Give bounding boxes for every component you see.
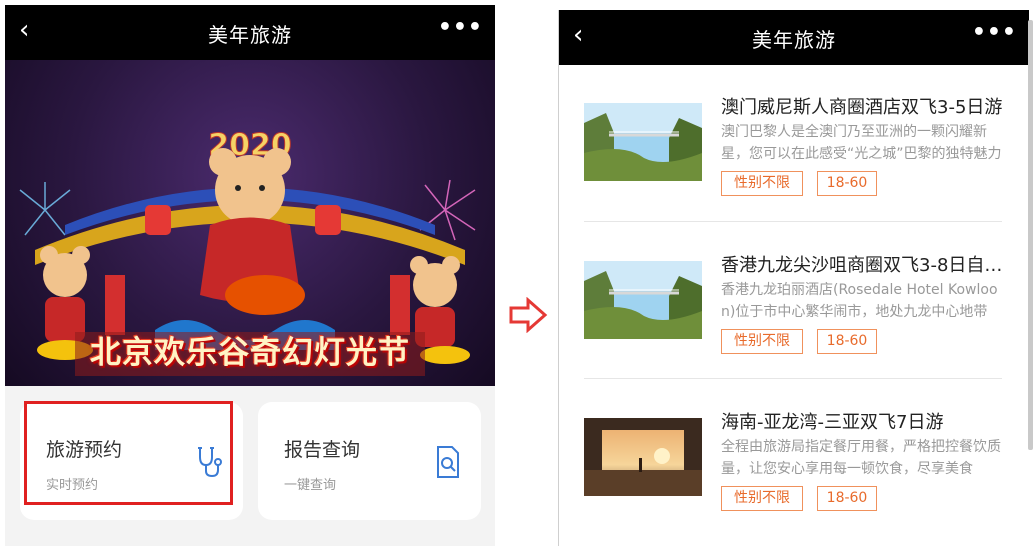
more-dots-icon[interactable]: ••• <box>972 20 1017 45</box>
nav-bar: ‹ 美年旅游 ••• <box>5 5 495 60</box>
list-item[interactable]: 海南-亚龙湾-三亚双飞7日游 全程由旅游局指定餐厅用餐，严格把控餐饮质量，让您安… <box>584 408 1004 528</box>
divider <box>584 221 1002 222</box>
more-dots-icon[interactable]: ••• <box>438 15 483 40</box>
item-description: 澳门巴黎人是全澳门乃至亚洲的一颗闪耀新星，您可以在此感受“光之城”巴黎的独特魅力 <box>721 124 1002 162</box>
right-arrow-icon <box>509 297 548 333</box>
gender-tag: 性别不限 <box>721 486 803 511</box>
nav-bar: ‹ 美年旅游 ••• <box>559 10 1029 65</box>
gender-tag: 性别不限 <box>721 171 803 196</box>
glass-bridge-photo <box>584 261 702 339</box>
item-title: 香港九龙尖沙咀商圈双飞3-8日自由行 <box>721 255 1004 276</box>
report-search-icon <box>437 446 459 478</box>
list-item[interactable]: 澳门威尼斯人商圈酒店双飞3-5日游 澳门巴黎人是全澳门乃至亚洲的一颗闪耀新星，您… <box>584 93 1004 213</box>
card-title: 报告查询 <box>284 439 361 461</box>
item-title: 海南-亚龙湾-三亚双飞7日游 <box>721 412 944 433</box>
gender-tag: 性别不限 <box>721 329 803 354</box>
banner-caption: 北京欢乐谷奇幻灯光节 <box>90 335 410 371</box>
age-tag: 18-60 <box>817 171 877 196</box>
page-title: 美年旅游 <box>752 28 836 52</box>
age-tag: 18-60 <box>817 329 877 354</box>
age-tag: 18-60 <box>817 486 877 511</box>
item-title: 澳门威尼斯人商圈酒店双飞3-5日游 <box>721 97 1003 118</box>
promo-banner[interactable]: 2020 北京欢乐谷奇幻灯光节 <box>5 60 495 386</box>
list-item[interactable]: 香港九龙尖沙咀商圈双飞3-8日自由行 香港九龙珀丽酒店(Rosedale Hot… <box>584 251 1004 371</box>
card-subtitle: 一键查询 <box>284 478 337 493</box>
report-query-card[interactable]: 报告查询 一键查询 <box>258 402 481 520</box>
selection-highlight-box <box>24 401 233 505</box>
scrollbar[interactable] <box>1028 20 1033 450</box>
travel-list-screen: ‹ 美年旅游 ••• 澳门威尼斯人商圈酒店双飞3-5日游 澳门巴黎人是全澳门乃至… <box>558 10 1033 546</box>
sunset-beach-photo <box>584 418 702 496</box>
item-description: 香港九龙珀丽酒店(Rosedale Hotel Kowloon)位于市中心繁华闹… <box>721 282 998 320</box>
item-description: 全程由旅游局指定餐厅用餐，严格把控餐饮质量，让您安心享用每一顿饮食，尽享美食 <box>721 439 1001 477</box>
glass-bridge-photo <box>584 103 702 181</box>
divider <box>584 378 1002 379</box>
page-title: 美年旅游 <box>208 23 292 47</box>
